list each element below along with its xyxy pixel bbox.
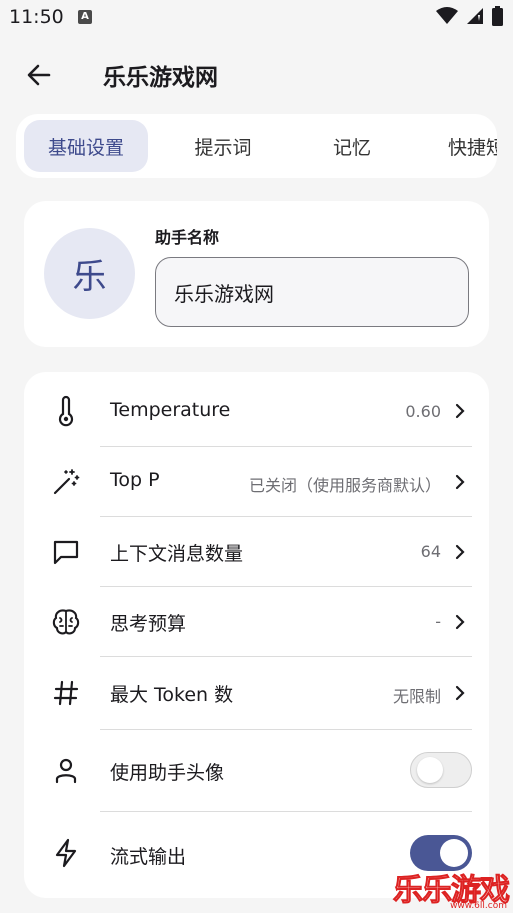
status-icons: [436, 6, 503, 26]
name-label: 助手名称: [155, 228, 220, 247]
tab-basic-settings[interactable]: 基础设置: [24, 120, 148, 172]
setting-temperature[interactable]: Temperature 0.60: [24, 372, 489, 446]
thinking-budget-label: 思考预算: [110, 613, 187, 635]
max-tokens-label: 最大 Token 数: [110, 684, 234, 706]
context-count-label: 上下文消息数量: [110, 543, 244, 565]
notification-icon: A: [78, 10, 92, 24]
chevron-right-icon: [455, 685, 465, 701]
toggle-knob: [417, 757, 443, 783]
temperature-value: 0.60: [405, 402, 441, 421]
assistant-name-card: 乐 助手名称 乐乐游戏网: [24, 201, 489, 347]
streaming-label: 流式输出: [110, 846, 187, 868]
signal-icon: [467, 8, 483, 24]
thermometer-icon: [58, 395, 74, 427]
toggle-knob: [440, 839, 468, 867]
brain-icon: [52, 609, 80, 635]
chevron-right-icon: [455, 544, 465, 560]
setting-top-p[interactable]: Top P 已关闭（使用服务商默认）: [24, 447, 489, 516]
status-bar: 11:50 A: [0, 0, 513, 34]
context-count-value: 64: [420, 542, 441, 561]
chevron-right-icon: [455, 474, 465, 490]
settings-card: Temperature 0.60 Top P 已关闭（使用服务商默认） 上下文消…: [24, 372, 489, 898]
hash-icon: [53, 680, 79, 706]
tab-bar: 基础设置 提示词 记忆 快捷短语: [16, 114, 497, 178]
top-p-label: Top P: [110, 469, 160, 491]
app-bar: 乐乐游戏网: [0, 44, 513, 104]
magic-wand-icon: [53, 469, 80, 495]
chevron-right-icon: [455, 614, 465, 630]
thinking-budget-value: -: [435, 612, 441, 631]
top-p-value: 已关闭（使用服务商默认）: [248, 476, 441, 495]
use-avatar-toggle[interactable]: [410, 752, 472, 788]
temperature-label: Temperature: [110, 399, 231, 421]
tab-memory[interactable]: 记忆: [300, 120, 404, 172]
assistant-name-input[interactable]: 乐乐游戏网: [155, 257, 469, 327]
chat-bubble-icon: [53, 540, 79, 565]
setting-thinking-budget[interactable]: 思考预算 -: [24, 587, 489, 656]
arrow-back-icon: [27, 64, 51, 86]
setting-max-tokens[interactable]: 最大 Token 数 无限制: [24, 657, 489, 729]
tab-prompt[interactable]: 提示词: [168, 120, 278, 172]
status-time: 11:50: [9, 6, 64, 28]
use-avatar-label: 使用助手头像: [110, 762, 225, 784]
setting-context-count[interactable]: 上下文消息数量 64: [24, 517, 489, 586]
chevron-right-icon: [455, 403, 465, 419]
max-tokens-value: 无限制: [392, 687, 441, 706]
lightning-bolt-icon: [55, 838, 77, 868]
setting-use-avatar[interactable]: 使用助手头像: [24, 730, 489, 811]
back-button[interactable]: [22, 58, 56, 92]
tab-quick-phrases[interactable]: 快捷短语: [440, 120, 497, 172]
person-icon: [55, 758, 77, 784]
wifi-icon: [436, 7, 458, 24]
watermark-url: www.6ll.com: [450, 901, 507, 911]
page-title: 乐乐游戏网: [103, 65, 218, 91]
watermark: 乐乐游戏 www.6ll.com: [393, 865, 511, 912]
avatar[interactable]: 乐: [44, 228, 135, 319]
battery-icon: [492, 6, 503, 26]
